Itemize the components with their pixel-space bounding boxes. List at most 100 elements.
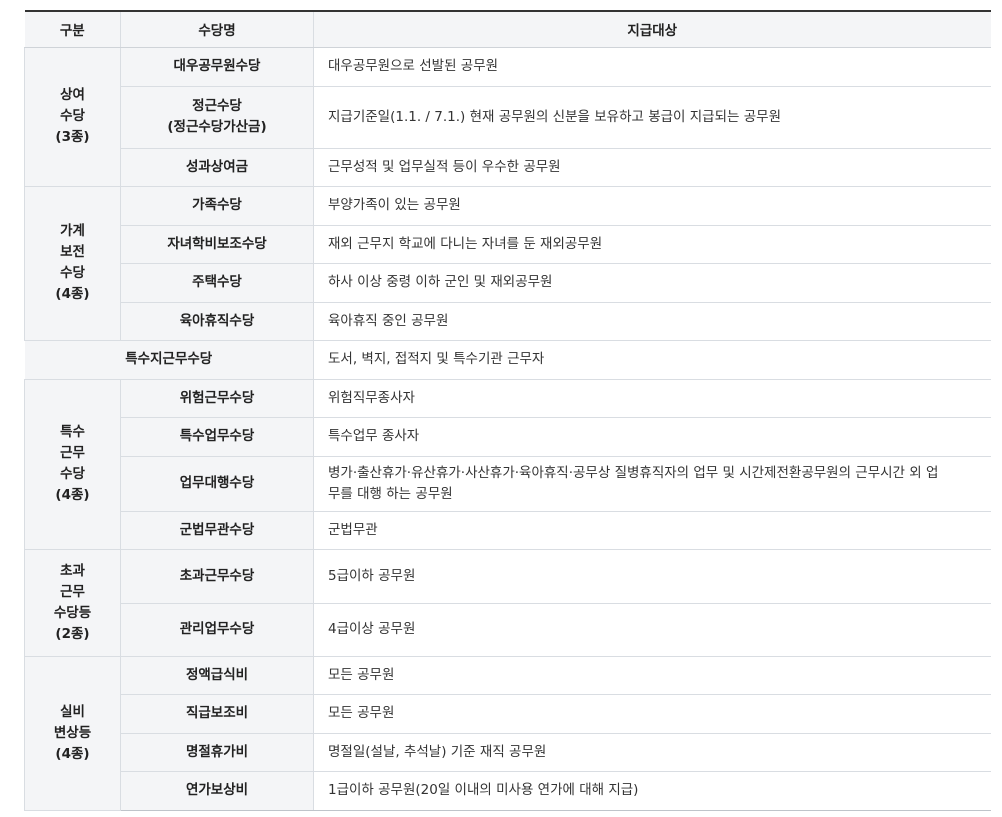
cell-text-line: 연가보상비: [185, 782, 249, 798]
cell-text-line: 위험직무종사자: [328, 389, 415, 406]
allowance-name-cell: 명절휴가비: [120, 733, 314, 772]
eligibility-cell: 특수업무 종사자: [313, 417, 991, 457]
table-row: 초과 근무 수당등 (2종) 초과근무수당 5급이하 공무원: [24, 549, 991, 657]
cell-text-line: 주택수당: [192, 274, 242, 290]
table-body: 상여 수당 (3종) 대우공무원수당 대우공무원으로 선발된 공무원 정근수당 (정근수당가…: [24, 47, 991, 811]
allowance-name-cell: 자녀학비보조수당: [120, 225, 314, 264]
eligibility-cell: 모든 공무원: [313, 694, 991, 734]
cell-text-line: 초과: [60, 562, 85, 579]
allowance-name-cell: 연가보상비: [120, 771, 314, 811]
table-row: 특수업무수당 특수업무 종사자: [25, 417, 991, 457]
cell-text-line: 군법무관: [328, 521, 378, 538]
cell-text-line: 수당: [60, 108, 85, 124]
cell-text-line: 특수지근무수당: [125, 351, 213, 367]
cell-text-line: (4종): [55, 286, 90, 302]
cell-text-line: 상여: [60, 87, 85, 103]
allowance-name-cell: 성과상여금: [120, 148, 314, 187]
eligibility-cell: 도서, 벽지, 접적지 및 특수기관 근무자: [313, 340, 991, 380]
allowance-name-cell: 초과근무수당: [120, 549, 314, 604]
table-row: 특수지근무수당 도서, 벽지, 접적지 및 특수기관 근무자: [24, 340, 991, 380]
allowance-name-cell: 특수지근무수당: [24, 340, 314, 380]
cell-text-line: 변상등: [53, 724, 92, 741]
allowance-name-cell: 정근수당 (정근수당가산금): [120, 86, 314, 149]
cell-text-line: 특수: [60, 424, 85, 440]
category-cell: 초과 근무 수당등 (2종): [24, 549, 121, 657]
table-row: 가계보전수당 (4종) 가족수당 부양가족이 있는 공무원: [24, 186, 991, 341]
eligibility-cell: 명절일(설날, 추석날) 기준 재직 공무원: [313, 733, 991, 772]
cell-text-line: 근무: [60, 445, 85, 461]
allowance-name-cell: 대우공무원수당: [120, 47, 314, 87]
eligibility-cell: 부양가족이 있는 공무원: [313, 186, 991, 226]
category-cell: 특수근무수당 (4종): [24, 379, 121, 550]
cell-text-line: 명절일(설날, 추석날) 기준 재직 공무원: [328, 743, 547, 760]
cell-text-line: (4종): [55, 487, 90, 503]
cell-text-line: 군법무관수당: [179, 521, 255, 538]
cell-text-line: 가족수당: [192, 197, 242, 213]
cell-text-line: 도서, 벽지, 접적지 및 특수기관 근무자: [328, 351, 545, 367]
eligibility-cell: 모든 공무원: [313, 656, 991, 695]
table-row: 직급보조비 모든 공무원: [25, 694, 991, 734]
cell-text-line: (2종): [55, 625, 90, 642]
eligibility-cell: 육아휴직 중인 공무원: [313, 302, 991, 341]
cell-text-line: 부양가족이 있는 공무원: [328, 197, 461, 213]
eligibility-cell: 대우공무원으로 선발된 공무원: [313, 47, 991, 87]
cell-text-line: 지급기준일(1.1. / 7.1.) 현재 공무원의 신분을 보유하고 봉급이 …: [328, 108, 781, 125]
allowance-name-cell: 군법무관수당: [120, 511, 314, 550]
cell-text-line: 자녀학비보조수당: [167, 235, 267, 252]
table-row: 자녀학비보조수당 재외 근무지 학교에 다니는 자녀를 둔 재외공무원: [25, 225, 991, 264]
allowance-name-cell: 특수업무수당: [120, 417, 314, 457]
cell-text-line: 직급보조비: [185, 705, 249, 721]
table-row: 정근수당 (정근수당가산금) 지급기준일(1.1. / 7.1.) 현재 공무원의 …: [25, 86, 991, 149]
table-header-row: 구분 수당명 지급대상: [24, 10, 991, 48]
table-row: 육아휴직수당 육아휴직 중인 공무원: [25, 302, 991, 341]
eligibility-cell: 재외 근무지 학교에 다니는 자녀를 둔 재외공무원: [313, 225, 991, 264]
table-row: 주택수당 하사 이상 중령 이하 군인 및 재외공무원: [25, 263, 991, 303]
cell-text-line: 모든 공무원: [328, 705, 395, 721]
cell-text-line: 모든 공무원: [328, 666, 395, 683]
category-cell: 실비변상등 (4종): [24, 656, 121, 811]
cell-text-line: 가계: [60, 223, 85, 239]
cell-text-line: 육아휴직수당: [179, 312, 255, 329]
cell-text-line: (정근수당가산금): [167, 119, 267, 135]
cell-text-line: 특수업무 종사자: [328, 428, 420, 444]
eligibility-cell: 근무성적 및 업무실적 등이 우수한 공무원: [313, 148, 991, 187]
eligibility-cell: 위험직무종사자: [313, 379, 991, 418]
cell-text-line: (4종): [55, 745, 90, 762]
allowance-name-cell: 육아휴직수당: [120, 302, 314, 341]
cell-text-line: 보전: [60, 244, 85, 260]
cell-text-line: 수당등: [53, 604, 92, 621]
cell-text-line: 5급이하 공무원: [328, 567, 416, 584]
cell-text-line: 성과상여금: [185, 158, 249, 175]
table-row: 특수근무수당 (4종) 위험근무수당 위험직무종사자: [24, 379, 991, 550]
allowance-name-cell: 직급보조비: [120, 694, 314, 734]
allowance-name-cell: 가족수당: [120, 186, 314, 226]
cell-text-line: 정근수당: [192, 98, 242, 114]
allowance-table: 구분 수당명 지급대상 상여 수당 (3종) 대우공무원수당 대우공무원으로 선발된 공…: [24, 10, 991, 811]
table-row: 연가보상비 1급이하 공무원(20일 이내의 미사용 연가에 대해 지급): [25, 771, 991, 811]
cell-text-line: 수당: [60, 466, 85, 482]
allowance-name-cell: 관리업무수당: [120, 603, 314, 657]
eligibility-cell: 5급이하 공무원: [313, 549, 991, 604]
allowance-name-cell: 업무대행수당: [120, 456, 314, 512]
category-cell: 상여 수당 (3종): [24, 47, 121, 187]
eligibility-cell: 지급기준일(1.1. / 7.1.) 현재 공무원의 신분을 보유하고 봉급이 …: [313, 86, 991, 149]
cell-text-line: 관리업무수당: [179, 621, 255, 637]
cell-text-line: 대우공무원수당: [173, 58, 261, 74]
cell-text-line: 병가·출산휴가·유산휴가·사산휴가·육아휴직·공무상 질병휴직자의 업무 및 시…: [328, 464, 939, 481]
cell-text-line: 수당: [60, 265, 85, 281]
cell-text-line: 초과근무수당: [179, 567, 255, 584]
eligibility-cell: 군법무관: [313, 511, 991, 550]
cell-text-line: 대우공무원으로 선발된 공무원: [328, 58, 499, 74]
cell-text-line: 명절휴가비: [185, 743, 249, 760]
allowance-name-cell: 정액급식비: [120, 656, 314, 695]
cell-text-line: 육아휴직 중인 공무원: [328, 312, 449, 329]
cell-text-line: 위험근무수당: [179, 389, 255, 406]
table-row: 업무대행수당 병가·출산휴가·유산휴가·사산휴가·육아휴직·공무상 질병휴직자의 …: [25, 456, 991, 512]
header-allowance-name: 수당명: [120, 10, 314, 48]
table-row: 실비 변상등 (4종) 정액급식비 모든 공무원: [24, 656, 991, 811]
cell-text-line: 근무성적 및 업무실적 등이 우수한 공무원: [328, 158, 561, 175]
cell-text-line: 실비: [60, 703, 85, 720]
cell-text-line: 4급이상 공무원: [328, 621, 416, 637]
cell-text-line: 하사 이상 중령 이하 군인 및 재외공무원: [328, 274, 553, 290]
cell-text-line: 재외 근무지 학교에 다니는 자녀를 둔 재외공무원: [328, 235, 603, 252]
